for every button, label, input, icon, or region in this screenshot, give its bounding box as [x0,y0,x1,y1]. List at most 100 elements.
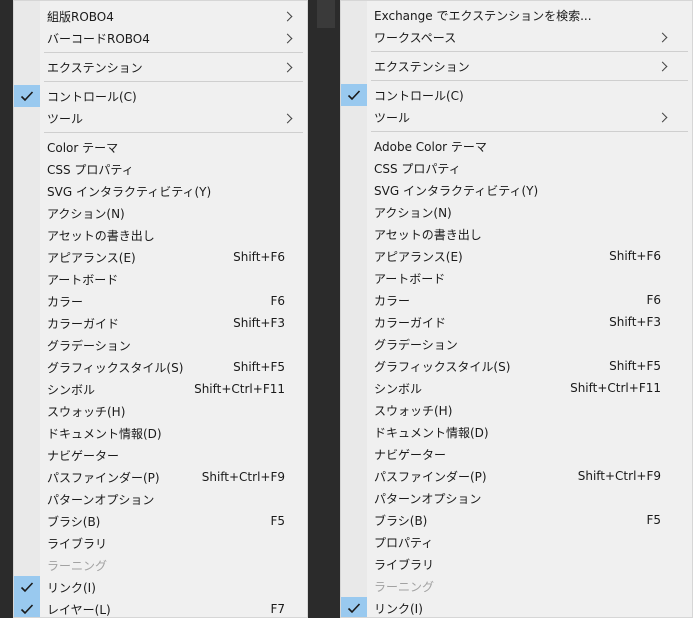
menu-separator [371,80,688,81]
menu-item-label: CSS プロパティ [47,162,134,177]
menu-item-shortcut: Shift+F6 [609,249,661,263]
menu-item-20[interactable]: パスファインダー(P) Shift+Ctrl+F9 [341,465,692,487]
menu-item-label: パターンオプション [47,492,155,507]
chevron-right-icon [282,113,293,123]
menu-item-label: カラー [374,293,411,308]
menu-item-16[interactable]: シンボル Shift+Ctrl+F11 [14,378,307,400]
menu-item-18[interactable]: ドキュメント情報(D) [14,422,307,444]
menu-item-label: ドキュメント情報(D) [47,426,162,441]
menu-item-0[interactable]: Exchange でエクステンションを検索... [341,4,692,26]
chevron-right-icon [657,32,668,42]
menu-item-22[interactable]: ブラシ(B) F5 [14,510,307,532]
menu-item-1[interactable]: バーコードROBO4 [14,27,307,49]
menu-item-shortcut: Shift+F5 [233,360,285,374]
menu-item-2[interactable]: エクステンション [14,56,307,78]
menu-item-9[interactable]: アセットの書き出し [14,224,307,246]
menu-item-15[interactable]: グラフィックスタイル(S) Shift+F5 [14,356,307,378]
menu-item-15[interactable]: グラフィックスタイル(S) Shift+F5 [341,355,692,377]
menu-item-14[interactable]: グラデーション [14,334,307,356]
menu-item-20[interactable]: パスファインダー(P) Shift+Ctrl+F9 [14,466,307,488]
menu-item-22[interactable]: ブラシ(B) F5 [341,509,692,531]
menu-item-13[interactable]: カラーガイド Shift+F3 [341,311,692,333]
menu-item-label: ナビゲーター [47,448,120,463]
menu-item-label: グラデーション [47,338,131,353]
menu-item-label: ラーニング [47,558,108,573]
menu-item-shortcut: Shift+F3 [233,316,285,330]
menu-item-0[interactable]: 組版ROBO4 [14,5,307,27]
menu-item-shortcut: Shift+F3 [609,315,661,329]
menu-item-16[interactable]: シンボル Shift+Ctrl+F11 [341,377,692,399]
menu-item-label: アートボード [47,272,119,287]
menu-item-label: パターンオプション [374,491,482,506]
menu-item-shortcut: F5 [270,514,285,528]
menu-item-12[interactable]: カラー F6 [14,290,307,312]
menu-item-label: ワークスペース [374,30,457,45]
menu-item-6[interactable]: CSS プロパティ [341,157,692,179]
menu-item-4[interactable]: ツール [341,106,692,128]
menu-item-13[interactable]: カラーガイド Shift+F3 [14,312,307,334]
menu-item-shortcut: F5 [646,513,661,527]
chevron-right-icon [657,112,668,122]
menu-item-7[interactable]: SVG インタラクティビティ(Y) [341,179,692,201]
menu-item-3[interactable]: コントロール(C) [14,85,307,107]
menu-separator [44,81,303,82]
checkmark-icon [341,84,367,106]
menu-item-label: アセットの書き出し [47,228,155,243]
menu-item-shortcut: F6 [270,294,285,308]
menu-item-23[interactable]: ライブラリ [14,532,307,554]
menu-item-25[interactable]: リンク(I) [14,576,307,598]
menu-item-label: プロパティ [374,535,434,550]
menu-item-10[interactable]: アピアランス(E) Shift+F6 [341,245,692,267]
menu-item-23[interactable]: プロパティ [341,531,692,553]
menu-item-8[interactable]: アクション(N) [341,201,692,223]
menu-item-18[interactable]: ドキュメント情報(D) [341,421,692,443]
menu-item-26[interactable]: リンク(I) [341,597,692,617]
menu-item-label: パスファインダー(P) [374,469,487,484]
menu-item-9[interactable]: アセットの書き出し [341,223,692,245]
menu-item-label: アピアランス(E) [374,249,463,264]
menu-item-14[interactable]: グラデーション [341,333,692,355]
menu-item-label: シンボル [47,382,96,397]
menu-item-24[interactable]: ライブラリ [341,553,692,575]
menu-item-label: ブラシ(B) [374,513,428,528]
checkmark-icon [14,576,40,598]
menu-item-shortcut: Shift+Ctrl+F9 [577,469,661,483]
menu-item-label: 組版ROBO4 [47,9,114,24]
menu-item-2[interactable]: エクステンション [341,55,692,77]
menu-item-21[interactable]: パターンオプション [341,487,692,509]
menu-item-label: ライブラリ [374,557,435,572]
menu-item-19[interactable]: ナビゲーター [14,444,307,466]
menu-item-shortcut: Shift+Ctrl+F9 [201,470,285,484]
menu-item-4[interactable]: ツール [14,107,307,129]
menu-separator [371,131,688,132]
menu-item-17[interactable]: スウォッチ(H) [14,400,307,422]
window-menu-right: Exchange でエクステンションを検索... ワークスペースエクステンションコ… [340,0,693,618]
menu-item-label: ナビゲーター [374,447,447,462]
menu-item-11[interactable]: アートボード [14,268,307,290]
menu-item-11[interactable]: アートボード [341,267,692,289]
menu-item-label: ライブラリ [47,536,108,551]
menu-item-25: ラーニング [341,575,692,597]
menu-item-8[interactable]: アクション(N) [14,202,307,224]
menu-item-shortcut: Shift+F5 [609,359,661,373]
menu-item-5[interactable]: Color テーマ [14,136,307,158]
menu-item-5[interactable]: Adobe Color テーマ [341,135,692,157]
menu-item-label: ラーニング [374,579,435,594]
menu-item-17[interactable]: スウォッチ(H) [341,399,692,421]
menu-item-12[interactable]: カラー F6 [341,289,692,311]
menu-item-label: シンボル [374,381,423,396]
menu-item-label: スウォッチ(H) [374,403,453,418]
menu-item-label: ツール [47,111,84,126]
menu-item-26[interactable]: レイヤー(L) F7 [14,598,307,617]
menu-item-3[interactable]: コントロール(C) [341,84,692,106]
menu-item-10[interactable]: アピアランス(E) Shift+F6 [14,246,307,268]
menu-item-1[interactable]: ワークスペース [341,26,692,48]
menu-item-21[interactable]: パターンオプション [14,488,307,510]
menu-item-6[interactable]: CSS プロパティ [14,158,307,180]
menu-item-label: レイヤー(L) [47,602,111,617]
menu-item-19[interactable]: ナビゲーター [341,443,692,465]
menu-item-7[interactable]: SVG インタラクティビティ(Y) [14,180,307,202]
menu-item-label: Color テーマ [47,140,119,155]
menu-item-label: リンク(I) [374,601,423,616]
menu-item-label: ツール [374,110,411,125]
